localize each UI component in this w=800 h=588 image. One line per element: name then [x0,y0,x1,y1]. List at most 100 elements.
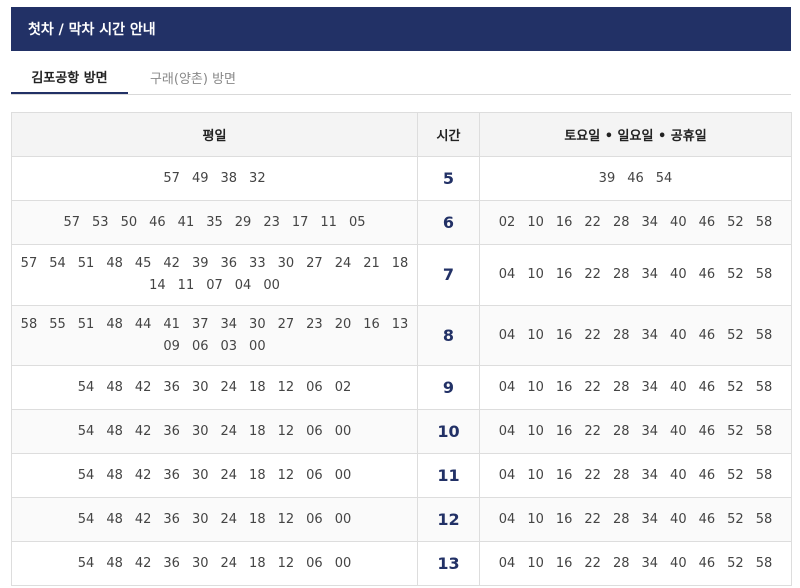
departure-minute: 12 [277,467,295,483]
departure-minute: 57 [20,256,38,271]
departure-minute: 24 [220,467,238,483]
departure-minute: 48 [106,316,123,332]
departure-minute: 42 [134,467,152,483]
timetable-row: 57 54 51 48 45 42 39 36 33 30 27 24 21 1814 11 07 04 00 7 0… [11,244,792,306]
departure-minute: 58 [755,555,773,571]
departure-minute: 37 [191,316,209,332]
departure-minute: 52 [727,267,744,282]
departure-minute: 40 [670,423,687,439]
departure-minute: 40 [670,511,687,527]
weekday-minutes: 54 48 42 36 30 24 18 12 06 00 [11,497,418,542]
departure-minute: 42 [134,555,152,571]
departure-minute: 13 [391,316,409,332]
departure-minute: 58 [755,379,773,395]
hour-cell: 5 [417,156,480,201]
departure-minute: 22 [584,379,601,395]
departure-minute: 45 [134,256,152,271]
departure-minute: 22 [584,511,601,527]
weekday-minutes: 54 48 42 36 30 24 18 12 06 00 [11,409,418,454]
departure-minute: 46 [698,555,716,571]
departure-minute: 36 [163,555,180,571]
departure-minute: 55 [49,316,66,332]
weekend-minutes: 04 10 16 22 28 34 40 46 52 58 [479,365,792,410]
departure-minute: 16 [555,267,573,282]
weekday-minutes: 54 48 42 36 30 24 18 12 06 00 [11,541,418,586]
departure-minute: 16 [363,316,380,332]
weekend-minutes: 04 10 16 22 28 34 40 46 52 58 [479,497,792,542]
departure-minute: 50 [120,214,138,230]
departure-minute: 34 [641,423,659,439]
departure-minute: 22 [584,555,601,571]
header-hour: 시간 [417,112,480,157]
departure-minute: 04 [498,511,516,527]
departure-minute: 36 [163,423,180,439]
weekday-minutes: 54 48 42 36 30 24 18 12 06 00 [11,453,418,498]
departure-minute: 02 [334,379,352,395]
hour-cell: 7 [417,244,480,306]
departure-minute: 28 [612,379,630,395]
departure-minute: 34 [641,511,659,527]
departure-minute: 16 [555,467,573,483]
departure-minute: 52 [727,555,744,571]
hour-cell: 13 [417,541,480,586]
departure-minute: 04 [498,423,516,439]
departure-minute: 28 [612,467,630,483]
departure-minute: 34 [641,214,659,230]
timetable-row: 57 49 38 32 5 39 46 54 [11,156,792,201]
departure-minute: 39 [191,256,209,271]
departure-minute: 49 [191,170,209,186]
departure-minute: 03 [220,338,238,354]
departure-minute: 52 [727,511,744,527]
tab-gurae-yangchon[interactable]: 구래(양촌) 방면 [128,60,258,94]
departure-minute: 10 [527,467,544,483]
departure-minute: 00 [334,467,352,483]
departure-minute: 46 [698,327,716,343]
departure-minute: 18 [249,379,266,395]
departure-minute: 16 [555,327,573,343]
departure-minute: 30 [191,379,209,395]
departure-minute: 22 [584,214,601,230]
weekday-minutes: 54 48 42 36 30 24 18 12 06 02 [11,365,418,410]
departure-minute: 11 [177,278,195,293]
departure-minute: 10 [527,379,544,395]
departure-minute: 46 [698,423,716,439]
departure-minute: 30 [191,423,209,439]
departure-minute: 10 [527,511,544,527]
departure-minute: 14 [149,278,166,293]
departure-minute: 36 [163,467,180,483]
departure-minute: 06 [306,423,323,439]
departure-minute: 06 [191,338,209,354]
departure-minute: 22 [584,327,601,343]
departure-minute: 48 [106,467,123,483]
departure-minute: 30 [277,256,295,271]
header-weekend: 토요일 • 일요일 • 공휴일 [479,112,792,157]
weekday-minutes: 57 53 50 46 41 35 29 23 17 11 05 [11,200,418,245]
timetable: 평일 시간 토요일 • 일요일 • 공휴일 57 49 38 32 5 39 46 54 57 5… [11,112,792,586]
departure-minute: 34 [641,379,659,395]
departure-minute: 06 [306,511,323,527]
header-weekday: 평일 [11,112,418,157]
departure-minute: 16 [555,555,573,571]
departure-minute: 46 [698,379,716,395]
departure-minute: 18 [249,511,266,527]
hour-cell: 12 [417,497,480,542]
timetable-row: 58 55 51 48 44 41 37 34 30 27 23 20 16 13 09 06 03 00 8 04 1… [11,305,792,366]
page-title-bar: 첫차 / 막차 시간 안내 [11,7,791,51]
departure-minute: 23 [263,214,280,230]
departure-minute: 36 [163,511,180,527]
departure-minute: 00 [334,423,352,439]
departure-minute: 40 [670,467,687,483]
departure-minute: 28 [612,511,630,527]
departure-minute: 40 [670,379,687,395]
departure-minute: 16 [555,214,573,230]
departure-minute: 41 [163,316,180,332]
departure-minute: 24 [220,379,238,395]
departure-minute: 46 [149,214,166,230]
tab-gimpo-airport[interactable]: 김포공항 방면 [11,60,128,94]
weekend-minutes: 04 10 16 22 28 34 40 46 52 58 [479,305,792,366]
departure-minute: 32 [249,170,266,186]
hour-cell: 10 [417,409,480,454]
departure-minute: 34 [641,327,659,343]
departure-minute: 48 [106,256,123,271]
departure-minute: 54 [655,170,673,186]
